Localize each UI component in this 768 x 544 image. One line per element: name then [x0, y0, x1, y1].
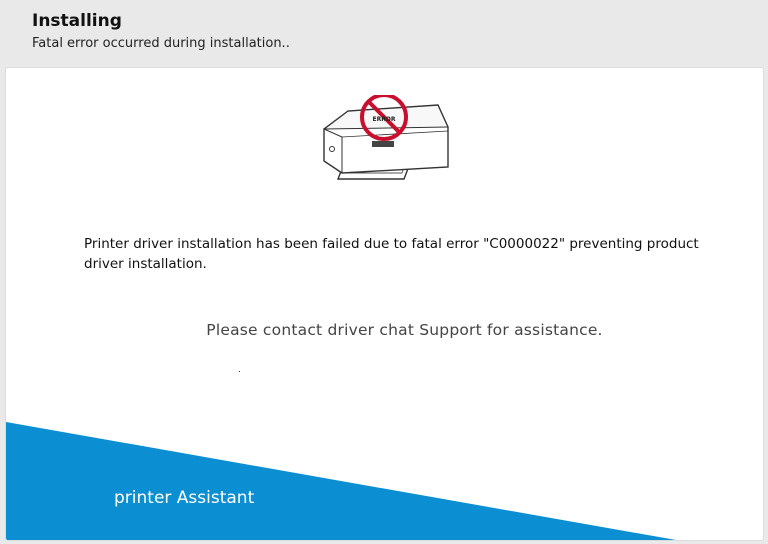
page-title: Installing [32, 11, 122, 31]
page-subtitle: Fatal error occurred during installation… [32, 36, 290, 51]
footer-banner [6, 422, 676, 540]
window-header: Installing Fatal error occurred during i… [0, 0, 768, 66]
content-panel: ERROR Printer driver installation has be… [5, 67, 764, 541]
footer-brand-label: printer Assistant [114, 488, 255, 508]
